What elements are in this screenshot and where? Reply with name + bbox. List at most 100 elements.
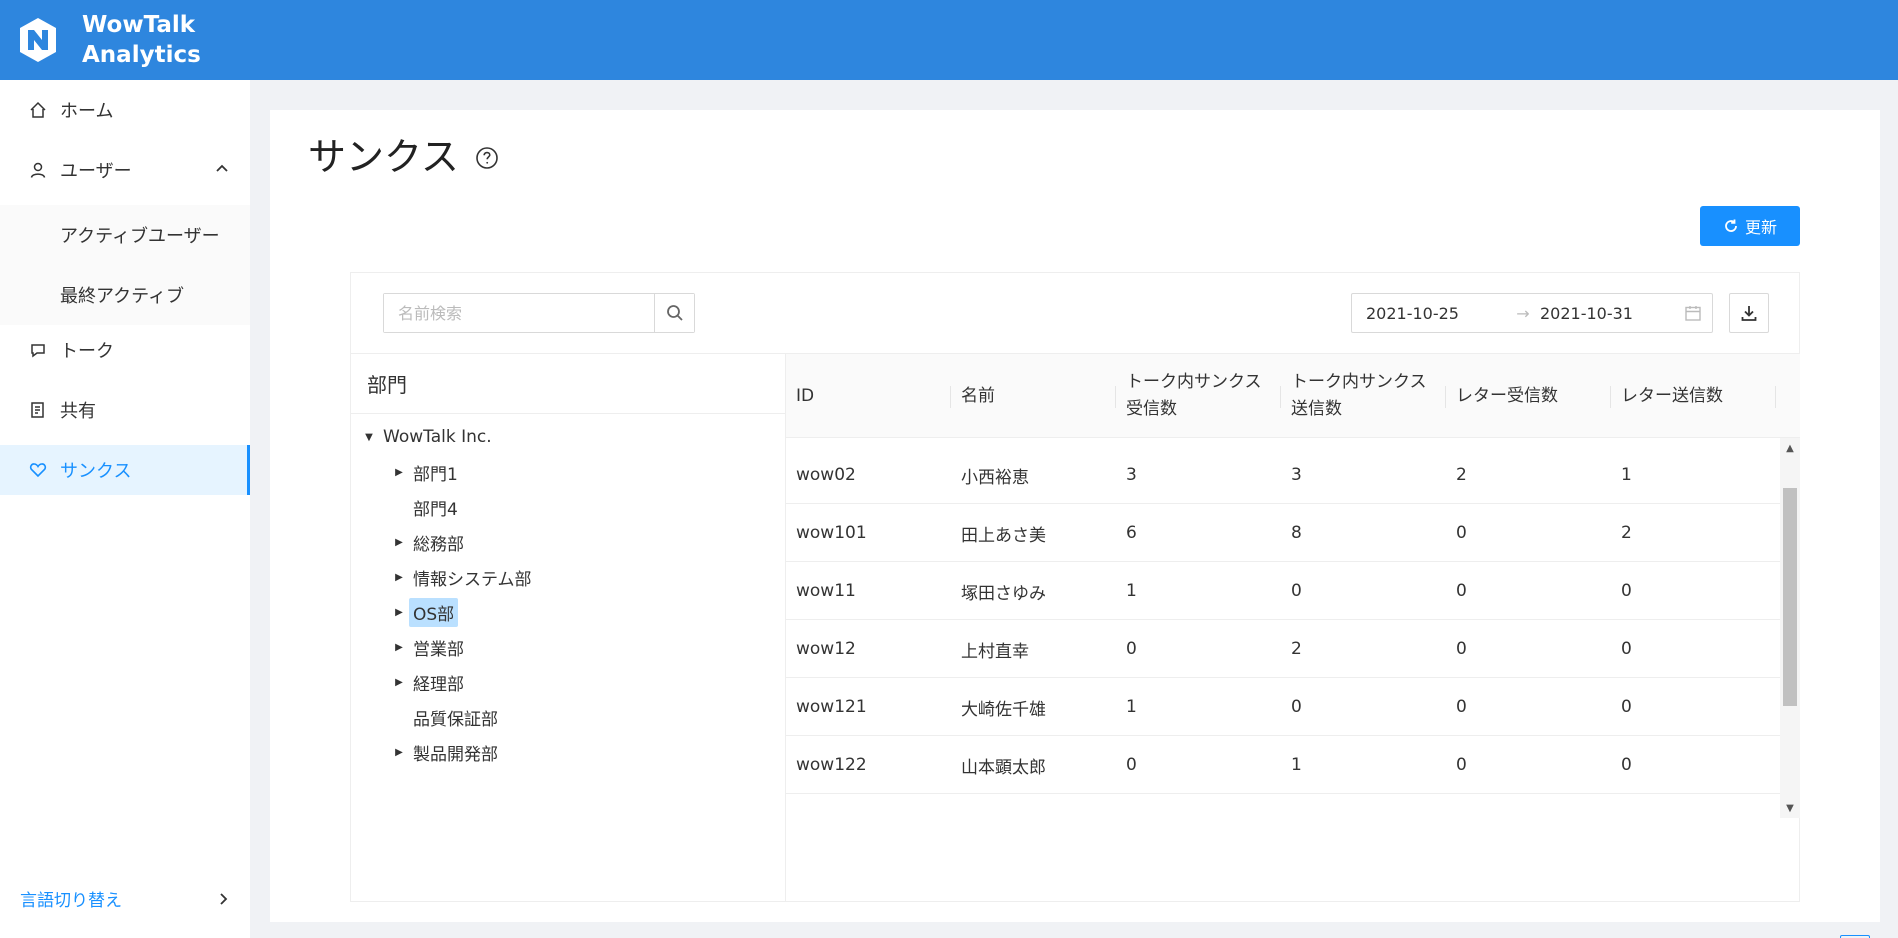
caret-right-icon[interactable]: ▶ bbox=[389, 607, 409, 618]
column-header[interactable]: レター受信数 bbox=[1446, 354, 1611, 438]
table-header: ID 名前 トーク内サンクス 受信数 トーク内サンクス 送信数 レター受信数 レター送信数 bbox=[786, 354, 1800, 438]
table-cell: 6 bbox=[1126, 523, 1137, 543]
search-button[interactable] bbox=[654, 294, 694, 332]
tree-node[interactable]: ▶ 製品開発部 bbox=[389, 739, 502, 765]
table-cell: wow11 bbox=[796, 581, 856, 601]
sidebar-item-label: ホーム bbox=[60, 101, 114, 122]
table-row[interactable]: wow12 上村直幸 0 2 0 0 bbox=[786, 620, 1780, 678]
search-box bbox=[383, 293, 695, 333]
app-header: WowTalk Analytics bbox=[0, 0, 1898, 80]
tree-node-label[interactable]: 営業部 bbox=[409, 633, 468, 662]
tree-node-label[interactable]: 製品開発部 bbox=[409, 738, 502, 767]
tree-node-label[interactable]: 総務部 bbox=[409, 528, 468, 557]
date-range-picker[interactable]: 2021-10-25 → 2021-10-31 bbox=[1351, 293, 1713, 333]
caret-right-icon[interactable]: ▶ bbox=[389, 642, 409, 653]
table-cell: 0 bbox=[1456, 523, 1467, 543]
tree-node[interactable]: ▶ 総務部 bbox=[389, 529, 468, 555]
table-cell: 3 bbox=[1126, 465, 1137, 485]
chevron-up-icon[interactable] bbox=[214, 161, 230, 177]
sidebar-item-last-active[interactable]: 最終アクティブ bbox=[0, 265, 250, 325]
column-header[interactable]: トーク内サンクス 受信数 bbox=[1116, 354, 1281, 438]
table-cell: 上村直幸 bbox=[961, 641, 1029, 662]
column-header[interactable]: 名前 bbox=[951, 354, 1116, 438]
caret-right-icon[interactable]: ▶ bbox=[389, 677, 409, 688]
chat-icon bbox=[28, 340, 48, 360]
table-cell: 1 bbox=[1621, 465, 1632, 485]
table-row[interactable]: wow122 山本顕太郎 0 1 0 0 bbox=[786, 736, 1780, 794]
column-header-line2: 受信数 bbox=[1126, 399, 1177, 419]
caret-down-icon[interactable]: ▼ bbox=[359, 432, 379, 443]
caret-right-icon[interactable]: ▶ bbox=[389, 747, 409, 758]
tree-node-label[interactable]: 情報システム部 bbox=[409, 563, 536, 592]
table-cell: wow101 bbox=[796, 523, 867, 543]
column-header-line1: トーク内サンクス bbox=[1291, 372, 1427, 392]
sidebar-item-active-users[interactable]: アクティブユーザー bbox=[0, 205, 250, 265]
table-row[interactable]: wow11 塚田さゆみ 1 0 0 0 bbox=[786, 562, 1780, 620]
brand-name: WowTalk Analytics bbox=[82, 10, 201, 70]
sidebar-item-talk[interactable]: トーク bbox=[0, 325, 250, 375]
language-label: 言語切り替え bbox=[20, 891, 122, 911]
table-cell: 0 bbox=[1456, 639, 1467, 659]
tree-node-label[interactable]: 部門1 bbox=[409, 458, 462, 487]
tree-node[interactable]: ▶ 部門1 bbox=[389, 459, 462, 485]
table-cell: 大崎佐千雄 bbox=[961, 699, 1046, 720]
tree-node[interactable]: ▶ 経理部 bbox=[389, 669, 468, 695]
sidebar-item-label: アクティブユーザー bbox=[60, 226, 220, 247]
sidebar-item-home[interactable]: ホーム bbox=[0, 85, 250, 135]
scrollbar-thumb[interactable] bbox=[1783, 488, 1797, 706]
tree-node-label[interactable]: 経理部 bbox=[409, 668, 468, 697]
calendar-icon bbox=[1685, 306, 1701, 321]
column-header-line2: 送信数 bbox=[1291, 399, 1342, 419]
table-cell: 2 bbox=[1291, 639, 1302, 659]
tree-node[interactable]: ▶ 情報システム部 bbox=[389, 564, 536, 590]
table-cell: 0 bbox=[1621, 581, 1632, 601]
home-icon bbox=[28, 100, 48, 120]
date-start[interactable]: 2021-10-25 bbox=[1366, 304, 1506, 323]
sidebar-item-label: サンクス bbox=[60, 461, 132, 482]
table-row[interactable]: wow101 田上あさ美 6 8 0 2 bbox=[786, 504, 1780, 562]
table-cell: 2 bbox=[1456, 465, 1467, 485]
sidebar-item-label: 最終アクティブ bbox=[60, 286, 185, 307]
sidebar-item-users[interactable]: ユーザー bbox=[0, 145, 250, 195]
thanks-table: ID 名前 トーク内サンクス 受信数 トーク内サンクス 送信数 レター受信数 レター送信数 w… bbox=[786, 353, 1870, 938]
name-search-input[interactable] bbox=[384, 294, 654, 332]
scroll-up-icon[interactable]: ▲ bbox=[1780, 440, 1800, 456]
download-button[interactable] bbox=[1729, 293, 1769, 333]
tree-node-label[interactable]: OS部 bbox=[409, 597, 459, 627]
table-cell: 0 bbox=[1621, 697, 1632, 717]
table-cell: 0 bbox=[1291, 697, 1302, 717]
tree-node[interactable]: ▼ WowTalk Inc. bbox=[359, 424, 496, 450]
chevron-right-icon bbox=[220, 892, 228, 905]
help-icon[interactable] bbox=[475, 146, 499, 170]
language-switch[interactable]: 言語切り替え bbox=[20, 886, 230, 911]
column-header-line1: ID bbox=[796, 385, 815, 406]
tree-node-label[interactable]: 品質保証部 bbox=[409, 703, 502, 732]
sidebar-item-share[interactable]: 共有 bbox=[0, 385, 250, 435]
tree-node[interactable]: ▶ OS部 bbox=[389, 597, 459, 627]
heart-icon bbox=[28, 460, 48, 480]
column-header[interactable]: トーク内サンクス 送信数 bbox=[1281, 354, 1446, 438]
table-scrollbar[interactable]: ▲ ▼ bbox=[1780, 438, 1800, 818]
caret-right-icon[interactable]: ▶ bbox=[389, 572, 409, 583]
tree-node[interactable]: ▶ 営業部 bbox=[389, 634, 468, 660]
wowtalk-logo-icon[interactable] bbox=[12, 14, 64, 66]
table-cell: 塚田さゆみ bbox=[961, 583, 1046, 604]
caret-right-icon[interactable]: ▶ bbox=[389, 467, 409, 478]
department-header: 部門 bbox=[351, 354, 785, 414]
tree-node[interactable]: 品質保証部 bbox=[389, 704, 502, 730]
table-cell: 1 bbox=[1126, 697, 1137, 717]
table-row[interactable]: wow121 大崎佐千雄 1 0 0 0 bbox=[786, 678, 1780, 736]
refresh-button[interactable]: 更新 bbox=[1700, 206, 1800, 246]
table-row[interactable]: wow02 小西裕恵 3 3 2 1 bbox=[786, 446, 1780, 504]
sidebar-item-thanks[interactable]: サンクス bbox=[0, 445, 250, 495]
sidebar-item-label: ユーザー bbox=[60, 161, 132, 182]
caret-right-icon[interactable]: ▶ bbox=[389, 537, 409, 548]
date-end[interactable]: 2021-10-31 bbox=[1540, 304, 1680, 323]
column-header[interactable]: ID bbox=[786, 354, 951, 438]
tree-node-label[interactable]: WowTalk Inc. bbox=[379, 425, 496, 449]
main-panel: サンクス 更新 2021-10-25 → 2021-10-31 部門 ▼WowT… bbox=[270, 110, 1880, 938]
tree-node[interactable]: 部門4 bbox=[389, 494, 462, 520]
tree-node-label[interactable]: 部門4 bbox=[409, 493, 462, 522]
scroll-down-icon[interactable]: ▼ bbox=[1780, 800, 1800, 816]
column-header[interactable]: レター送信数 bbox=[1611, 354, 1776, 438]
